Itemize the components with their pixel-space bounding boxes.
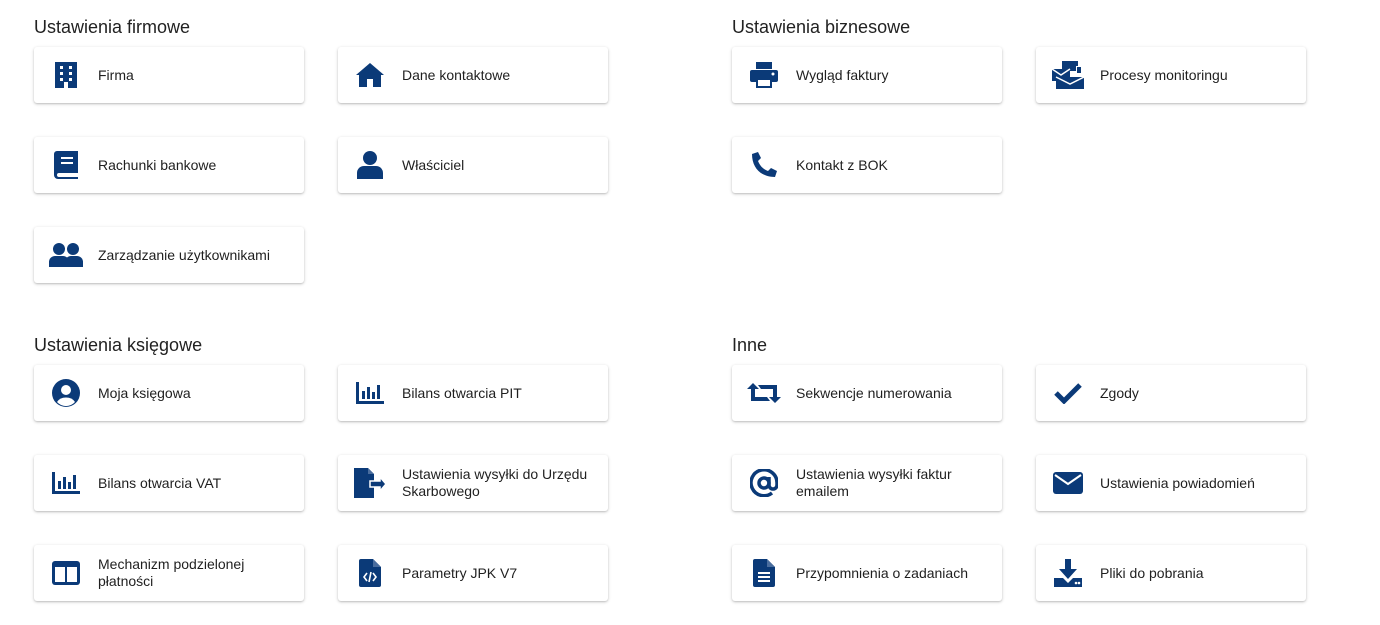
card-bilans-otwarcia-pit[interactable]: Bilans otwarcia PIT — [338, 365, 608, 421]
bar-chart-icon — [338, 365, 402, 421]
card-label: Ustawienia powiadomień — [1100, 474, 1255, 491]
card-label: Właściciel — [402, 156, 465, 173]
card-moja-ksiegowa[interactable]: Moja księgowa — [34, 365, 304, 421]
card-label: Parametry JPK V7 — [402, 564, 518, 581]
card-ustawienia-powiadomien[interactable]: Ustawienia powiadomień — [1036, 455, 1306, 511]
card-label: Pliki do pobrania — [1100, 564, 1204, 581]
home-icon — [338, 47, 402, 103]
card-label: Mechanizm podzielonej płatności — [98, 556, 245, 589]
card-przypomnienia-o-zadaniach[interactable]: Przypomnienia o zadaniach — [732, 545, 1002, 601]
at-icon — [732, 455, 796, 511]
card-firma[interactable]: Firma — [34, 47, 304, 103]
card-zarzadzanie-uzytkownikami[interactable]: Zarządzanie użytkownikami — [34, 227, 304, 283]
retweet-icon — [732, 365, 796, 421]
card-label: Firma — [98, 66, 134, 83]
file-code-icon — [338, 545, 402, 601]
card-label: Ustawienia wysyłki faktur emailem — [796, 466, 952, 499]
card-label: Bilans otwarcia VAT — [98, 474, 222, 491]
card-wlasciciel[interactable]: Właściciel — [338, 137, 608, 193]
card-label: Wygląd faktury — [796, 66, 889, 83]
card-rachunki-bankowe[interactable]: Rachunki bankowe — [34, 137, 304, 193]
card-parametry-jpk-v7[interactable]: Parametry JPK V7 — [338, 545, 608, 601]
card-label: Rachunki bankowe — [98, 156, 217, 173]
section-title-biznesowe: Ustawienia biznesowe — [732, 17, 911, 37]
check-icon — [1036, 365, 1100, 421]
building-icon — [34, 47, 98, 103]
card-pliki-do-pobrania[interactable]: Pliki do pobrania — [1036, 545, 1306, 601]
file-export-icon — [338, 455, 402, 511]
card-kontakt-z-bok[interactable]: Kontakt z BOK — [732, 137, 1002, 193]
card-wysylka-faktur-emailem[interactable]: Ustawienia wysyłki faktur emailem — [732, 455, 1002, 511]
card-mechanizm-podzielonej-platnosci[interactable]: Mechanizm podzielonej płatności — [34, 545, 304, 601]
card-dane-kontaktowe[interactable]: Dane kontaktowe — [338, 47, 608, 103]
phone-icon — [732, 137, 796, 193]
user-icon — [338, 137, 402, 193]
section-title-inne: Inne — [732, 335, 768, 355]
download-icon — [1036, 545, 1100, 601]
card-label: Zgody — [1100, 384, 1139, 401]
card-sekwencje-numerowania[interactable]: Sekwencje numerowania — [732, 365, 1002, 421]
card-label: Ustawienia wysyłki do Urzędu Skarbowego — [402, 466, 588, 499]
card-label: Przypomnienia o zadaniach — [796, 564, 968, 581]
mail-bulk-icon — [1036, 47, 1100, 103]
card-procesy-monitoringu[interactable]: Procesy monitoringu — [1036, 47, 1306, 103]
print-icon — [732, 47, 796, 103]
card-label: Dane kontaktowe — [402, 66, 511, 83]
card-label: Zarządzanie użytkownikami — [98, 246, 270, 263]
card-label: Moja księgowa — [98, 384, 191, 401]
card-ustawienia-wysylki-us[interactable]: Ustawienia wysyłki do Urzędu Skarbowego — [338, 455, 608, 511]
card-wyglad-faktury[interactable]: Wygląd faktury — [732, 47, 1002, 103]
card-bilans-otwarcia-vat[interactable]: Bilans otwarcia VAT — [34, 455, 304, 511]
book-icon — [34, 137, 98, 193]
bar-chart-icon — [34, 455, 98, 511]
card-label: Sekwencje numerowania — [796, 384, 952, 401]
user-circle-icon — [34, 365, 98, 421]
columns-icon — [34, 545, 98, 601]
section-title-firmowe: Ustawienia firmowe — [34, 17, 191, 37]
envelope-icon — [1036, 455, 1100, 511]
card-label: Procesy monitoringu — [1100, 66, 1228, 83]
card-label: Kontakt z BOK — [796, 156, 888, 173]
card-zgody[interactable]: Zgody — [1036, 365, 1306, 421]
section-title-ksiegowe: Ustawienia księgowe — [34, 335, 203, 355]
file-text-icon — [732, 545, 796, 601]
card-label: Bilans otwarcia PIT — [402, 384, 522, 401]
users-icon — [34, 227, 98, 283]
